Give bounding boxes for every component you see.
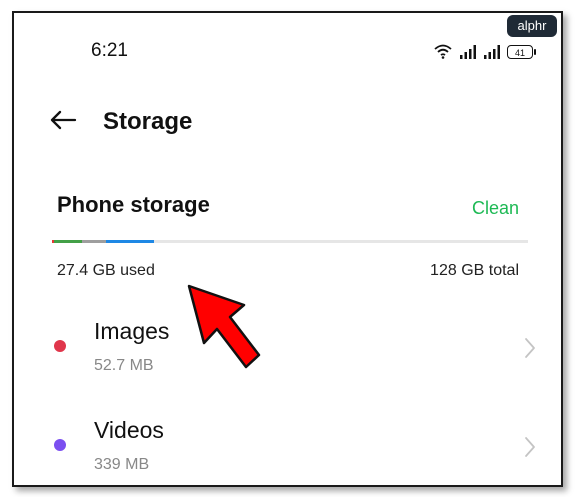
storage-bar-segment	[53, 240, 83, 243]
page-title: Storage	[103, 108, 193, 135]
phone-storage-title: Phone storage	[57, 192, 210, 217]
videos-color-dot	[54, 439, 66, 451]
images-color-dot	[54, 340, 66, 352]
list-item-videos[interactable]: Videos 339 MB	[14, 408, 561, 485]
storage-total: 128 GB total	[430, 262, 519, 279]
list-item-label: Videos	[94, 417, 164, 443]
list-item-label: Images	[94, 318, 170, 344]
storage-used: 27.4 GB used	[57, 262, 155, 279]
list-item-size: 52.7 MB	[94, 357, 154, 374]
list-item-size: 339 MB	[94, 456, 150, 473]
status-icons: 41	[433, 43, 536, 59]
annotation-arrow-icon	[187, 284, 261, 369]
storage-bar-segment	[106, 240, 154, 243]
chevron-right-icon	[525, 437, 535, 457]
chevron-right-icon	[525, 338, 535, 358]
watermark-badge: alphr	[507, 15, 557, 37]
wifi-icon	[433, 43, 453, 59]
signal-icon	[483, 45, 501, 59]
signal-icon	[459, 45, 477, 59]
list-item-images[interactable]: Images 52.7 MB	[14, 309, 561, 399]
storage-bar-segment	[82, 240, 107, 243]
back-button[interactable]	[48, 109, 78, 131]
status-time: 6:21	[91, 40, 128, 61]
arrow-left-icon	[50, 110, 77, 130]
screenshot-frame: alphr 6:21 41 Storage Phone storage Clea…	[12, 11, 563, 487]
clean-button[interactable]: Clean	[472, 198, 519, 219]
storage-usage-bar	[52, 240, 528, 243]
battery-icon: 41	[507, 45, 536, 59]
